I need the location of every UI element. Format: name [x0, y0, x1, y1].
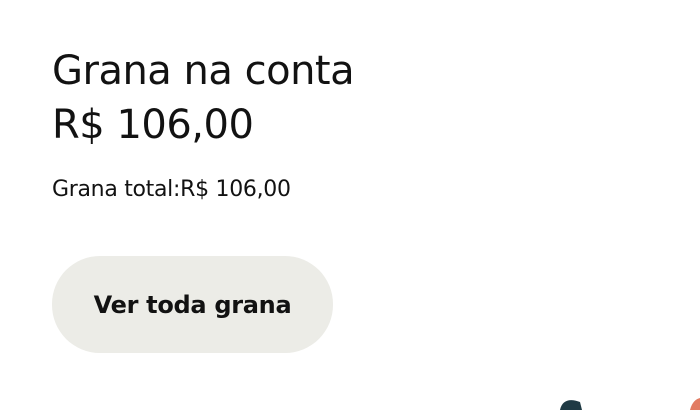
- balance-amount: R$ 106,00: [52, 102, 254, 148]
- balance-title: Grana na conta: [52, 48, 355, 94]
- total-balance-value: R$ 106,00: [180, 177, 291, 202]
- view-all-money-button[interactable]: Ver toda grana: [52, 256, 333, 353]
- illustration-decoration: [560, 398, 700, 410]
- total-balance-row: Grana total:R$ 106,00: [52, 175, 291, 205]
- total-balance-label: Grana total:: [52, 177, 181, 202]
- balance-section: Grana na conta R$ 106,00: [52, 44, 612, 152]
